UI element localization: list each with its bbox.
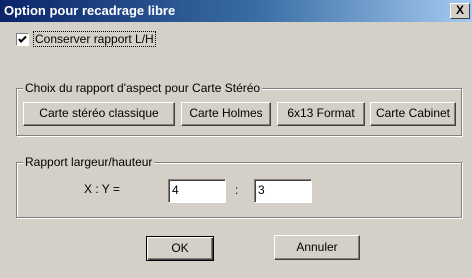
cancel-button[interactable]: Annuler bbox=[274, 235, 360, 260]
title-bar[interactable]: Option pour recadrage libre X bbox=[0, 0, 472, 22]
keep-ratio-checkbox[interactable] bbox=[16, 33, 29, 46]
carte-stereo-classique-button[interactable]: Carte stéréo classique bbox=[23, 102, 175, 126]
carte-cabinet-button[interactable]: Carte Cabinet bbox=[370, 102, 456, 126]
close-button[interactable]: X bbox=[450, 3, 470, 19]
xy-label: X : Y = bbox=[84, 182, 120, 196]
stereo-ratio-legend: Choix du rapport d'aspect pour Carte Sté… bbox=[23, 81, 263, 95]
ratio-separator: : bbox=[235, 183, 239, 197]
close-icon: X bbox=[455, 3, 464, 17]
ratio-legend: Rapport largeur/hauteur bbox=[23, 155, 155, 169]
ok-button[interactable]: OK bbox=[146, 236, 214, 261]
x-ratio-input[interactable]: 4 bbox=[168, 179, 226, 203]
ratio-group: Rapport largeur/hauteur bbox=[16, 155, 462, 218]
dialog-title: Option pour recadrage libre bbox=[4, 3, 176, 18]
carte-holmes-button[interactable]: Carte Holmes bbox=[181, 102, 271, 126]
y-ratio-input[interactable]: 3 bbox=[254, 179, 312, 203]
keep-ratio-label[interactable]: Conserver rapport L/H bbox=[33, 31, 156, 47]
checkmark-icon bbox=[18, 35, 27, 43]
crop-options-dialog: Option pour recadrage libre X Conserver … bbox=[0, 0, 472, 278]
format-6x13-button[interactable]: 6x13 Format bbox=[277, 102, 365, 126]
